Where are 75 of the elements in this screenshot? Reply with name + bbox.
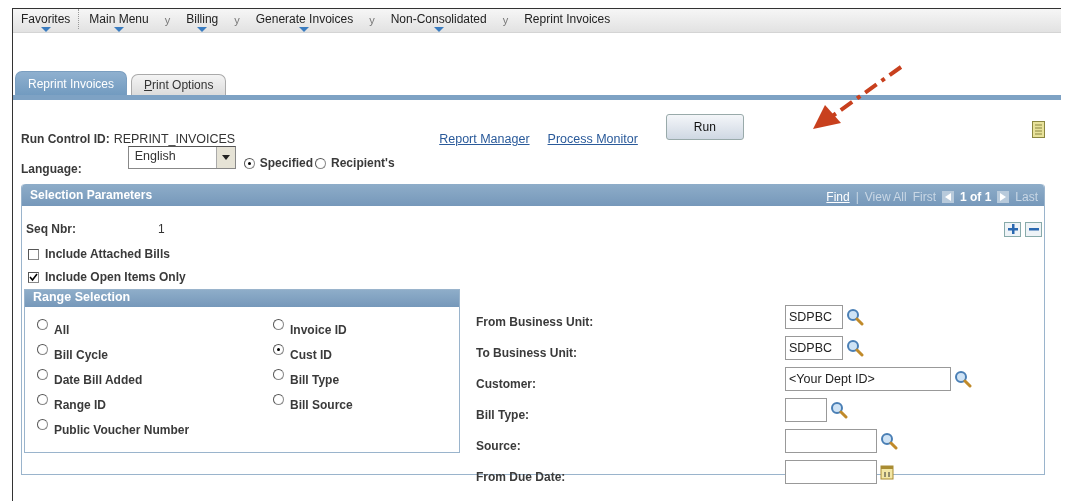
previous-arrow-icon	[941, 191, 954, 203]
field-label: Customer:	[476, 376, 537, 391]
notepad-icon[interactable]	[1032, 121, 1045, 138]
field-label: To Business Unit:	[476, 345, 579, 360]
input-field[interactable]: SDPBC	[785, 305, 843, 329]
run-button[interactable]: Run	[665, 114, 744, 140]
field-label: From Due Date:	[476, 469, 567, 484]
breadcrumb-separator: y	[368, 13, 376, 26]
radio-button[interactable]	[315, 157, 327, 169]
search-icon[interactable]	[880, 432, 898, 450]
checkbox[interactable]	[28, 248, 39, 260]
radio-label: Cust ID	[290, 347, 332, 362]
group-title: Range Selection	[25, 290, 459, 307]
row-counter: 1 of 1	[959, 190, 992, 204]
menu-item[interactable]: Non-Consolidated	[382, 9, 495, 32]
radio-label: Bill Cycle	[54, 347, 109, 362]
next-arrow-icon	[997, 191, 1010, 203]
tab[interactable]: Print Options	[131, 74, 227, 95]
menu-item[interactable]: Favorites	[13, 9, 79, 32]
input-field[interactable]: SDPBC	[785, 336, 843, 360]
radio-button[interactable]	[273, 319, 284, 330]
field-label: Bill Type:	[476, 407, 531, 422]
search-icon[interactable]	[830, 401, 848, 419]
radio-label: Range ID	[54, 397, 106, 412]
field-label: Seq Nbr:	[26, 222, 76, 236]
section-title: Selection Parameters	[30, 188, 153, 202]
radio-label: Public Voucher Number	[54, 422, 190, 437]
radio-button[interactable]	[273, 369, 284, 380]
breadcrumb-separator: y	[163, 13, 172, 26]
search-icon[interactable]	[846, 308, 864, 326]
checkbox-label: Include Open Items Only	[45, 270, 186, 284]
breadcrumb-separator: y	[233, 13, 241, 26]
radio-label: All	[54, 322, 70, 337]
nav-separator: |	[855, 190, 859, 204]
field-label: From Business Unit:	[476, 314, 595, 329]
delete-row-button[interactable]	[1025, 221, 1042, 237]
radio-button[interactable]	[37, 369, 48, 380]
field-label: Language:	[21, 162, 82, 176]
radio-label: Specified	[259, 156, 314, 170]
field-value: REPRINT_INVOICES	[113, 132, 236, 146]
input-field[interactable]	[785, 398, 827, 422]
field-value: 1	[158, 222, 165, 236]
input-field[interactable]	[785, 429, 877, 453]
radio-label: Recipient's	[331, 156, 395, 170]
radio-label: Bill Type	[290, 372, 340, 387]
radio-button[interactable]	[37, 419, 48, 430]
menu-item[interactable]: Billing	[178, 9, 227, 32]
checkbox-label: Include Attached Bills	[45, 247, 170, 261]
process-monitor-link[interactable]: Process Monitor	[547, 132, 638, 146]
radio-button[interactable]	[273, 394, 284, 405]
breadcrumb-separator: y	[501, 13, 510, 26]
search-icon[interactable]	[846, 339, 864, 357]
checkbox[interactable]	[28, 271, 39, 283]
menu-item[interactable]: Main Menu	[81, 9, 157, 32]
menu-item[interactable]: Generate Invoices	[247, 9, 362, 32]
input-field[interactable]: <Your Dept ID>	[785, 367, 951, 391]
add-row-button[interactable]	[1004, 221, 1021, 237]
radio-label: Invoice ID	[290, 322, 347, 337]
radio-button[interactable]	[37, 394, 48, 405]
report-manager-link[interactable]: Report Manager	[439, 132, 530, 146]
calendar-icon[interactable]	[880, 464, 894, 480]
plus-icon	[1007, 224, 1018, 234]
language-dropdown[interactable]: English	[127, 146, 236, 169]
search-icon[interactable]	[954, 370, 972, 388]
radio-button[interactable]	[37, 344, 48, 355]
radio-button[interactable]	[243, 157, 255, 169]
field-label: Run Control ID:	[21, 132, 110, 146]
radio-label: Date Bill Added	[54, 372, 143, 387]
dropdown-arrow-icon[interactable]	[221, 155, 230, 160]
field-label: Source:	[476, 438, 522, 453]
radio-button[interactable]	[37, 319, 48, 330]
radio-label: Bill Source	[290, 397, 353, 412]
input-field[interactable]	[785, 460, 877, 484]
menu-item[interactable]: Reprint Invoices	[516, 9, 619, 32]
radio-button[interactable]	[273, 344, 284, 355]
